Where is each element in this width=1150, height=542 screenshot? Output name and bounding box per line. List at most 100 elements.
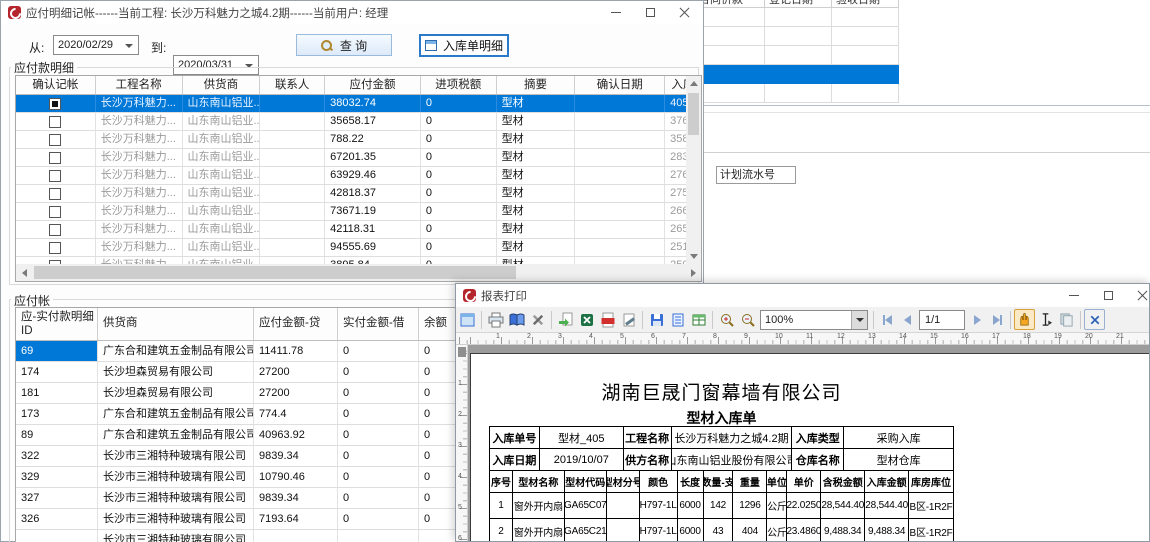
book-icon[interactable]: [506, 309, 527, 330]
table-row[interactable]: 长沙万科魅力... 山东南山铝业... 3895.84 0 型材 250: [16, 257, 701, 264]
document-icon[interactable]: [667, 309, 688, 330]
summary-cell: 型材: [497, 257, 576, 264]
table-row[interactable]: 长沙万科魅力... 山东南山铝业... 788.22 0 型材 358: [16, 131, 701, 149]
confirm-checkbox[interactable]: [49, 242, 61, 254]
page-indicator[interactable]: 1/1: [919, 310, 965, 330]
query-button-label: 查 询: [340, 37, 367, 54]
last-page-button[interactable]: [987, 310, 1007, 330]
column-header[interactable]: 供货商: [183, 76, 261, 94]
table-row-selected[interactable]: [695, 65, 899, 84]
ruler-number: 1: [458, 380, 462, 387]
supplier-cell: 长沙坦森贸易有限公司: [98, 362, 254, 382]
table-row[interactable]: 长沙万科魅力... 山东南山铝业... 67201.35 0 型材 283: [16, 149, 701, 167]
table-row[interactable]: [695, 84, 899, 103]
table-row[interactable]: 长沙万科魅力... 山东南山铝业... 94555.69 0 型材 251: [16, 239, 701, 257]
id-cell: 174: [16, 362, 98, 382]
report-detail-header: 序号 型材名称 型材代码 型材分号 颜色 长度 数量-支 重量 单位 单价 含税…: [490, 471, 954, 493]
column-header[interactable]: 确认记帐: [16, 76, 96, 94]
pdf-export-icon[interactable]: [597, 309, 618, 330]
zoom-in-icon[interactable]: [716, 309, 737, 330]
column-header: 长度: [678, 471, 704, 493]
settings-tools-icon[interactable]: [527, 309, 548, 330]
minimize-button[interactable]: [599, 1, 633, 24]
cell: B区-1R2F: [909, 493, 954, 519]
first-page-button[interactable]: [877, 310, 897, 330]
page-value: 1/1: [925, 314, 940, 326]
plan-serial-field[interactable]: 计划流水号: [716, 166, 796, 184]
edit-page-icon[interactable]: [618, 309, 639, 330]
export-icon[interactable]: [555, 309, 576, 330]
column-header[interactable]: 确认日期: [575, 76, 665, 94]
vertical-scroll-thumb[interactable]: [688, 93, 699, 135]
column-header[interactable]: 应-实付款明细ID: [16, 308, 98, 340]
tax-cell: 0: [421, 185, 497, 202]
save-icon[interactable]: [646, 309, 667, 330]
prev-page-button[interactable]: [897, 310, 917, 330]
table-row[interactable]: 长沙万科魅力... 山东南山铝业... 42818.37 0 型材 275: [16, 185, 701, 203]
table-row[interactable]: 长沙万科魅力... 山东南山铝业... 35658.17 0 型材 376: [16, 113, 701, 131]
excel-export-icon[interactable]: [576, 309, 597, 330]
paid-amount-cell: 0: [338, 341, 419, 361]
table-row[interactable]: 长沙万科魅力... 山东南山铝业... 38032.74 0 型材 405: [16, 95, 701, 113]
from-date-combo[interactable]: 2020/02/29: [53, 35, 139, 55]
confirm-checkbox[interactable]: [49, 134, 61, 146]
supplier-cell: 山东南山铝业...: [183, 167, 261, 184]
confirm-cell: [16, 257, 96, 264]
table-row[interactable]: [695, 46, 899, 65]
confirm-checkbox[interactable]: [49, 224, 61, 236]
preview-area[interactable]: 湖南巨晟门窗幕墙有限公司 型材入库单 入库单号 型材_405 工程名称 长沙万科…: [468, 345, 1149, 541]
column-header[interactable]: 应付金额: [325, 76, 421, 94]
confirm-checkbox[interactable]: [49, 170, 61, 182]
column-header[interactable]: 进项税额: [421, 76, 497, 94]
column-header[interactable]: 供货商: [98, 308, 254, 340]
table-row[interactable]: 长沙万科魅力... 山东南山铝业... 73671.19 0 型材 266: [16, 203, 701, 221]
maximize-button[interactable]: [1091, 284, 1125, 307]
table-row[interactable]: [695, 27, 899, 46]
zoom-select[interactable]: 100%: [760, 310, 868, 330]
column-header: 单价: [787, 471, 821, 493]
amount-cell: 788.22: [325, 131, 421, 148]
column-header[interactable]: 实付金额-借: [338, 308, 419, 340]
table-row[interactable]: 长沙万科魅力... 山东南山铝业... 42118.31 0 型材 265: [16, 221, 701, 239]
confirm-checkbox[interactable]: [49, 206, 61, 218]
close-button[interactable]: [1125, 284, 1150, 307]
last-page-icon: [1000, 315, 1002, 325]
confirm-checkbox[interactable]: [49, 98, 61, 110]
scroll-right-button[interactable]: [685, 264, 701, 281]
query-button[interactable]: 查 询: [296, 34, 392, 56]
column-header[interactable]: 应付金额-贷: [254, 308, 338, 340]
horizontal-scroll-thumb[interactable]: [34, 266, 516, 279]
supplier-cell: 山东南山铝业...: [183, 239, 261, 256]
text-select-tool-button[interactable]: [1035, 309, 1056, 330]
scroll-up-button[interactable]: [686, 76, 701, 91]
inbound-detail-button[interactable]: 入库单明细: [419, 34, 509, 57]
confirm-checkbox[interactable]: [49, 152, 61, 164]
table-row[interactable]: [695, 8, 899, 27]
column-header[interactable]: 摘要: [497, 76, 576, 94]
payable-detail-group-label: 应付款明细: [11, 59, 77, 76]
table-row[interactable]: 长沙万科魅力... 山东南山铝业... 63929.46 0 型材 276: [16, 167, 701, 185]
confirm-checkbox[interactable]: [49, 116, 61, 128]
zoom-out-icon[interactable]: [737, 309, 758, 330]
column-header: 重量: [733, 471, 767, 493]
contact-cell: [260, 221, 325, 238]
table-export-icon[interactable]: [688, 309, 709, 330]
print-icon[interactable]: [485, 309, 506, 330]
scroll-left-button[interactable]: [16, 264, 32, 281]
next-page-button[interactable]: [967, 310, 987, 330]
column-header[interactable]: 工程名称: [96, 76, 183, 94]
minimize-button[interactable]: [1057, 284, 1091, 307]
close-button[interactable]: [667, 1, 701, 24]
amount-cell: 38032.74: [325, 95, 421, 112]
maximize-button[interactable]: [633, 1, 667, 24]
confirm-checkbox[interactable]: [49, 188, 61, 200]
confirm-cell: [16, 239, 96, 256]
close-preview-button[interactable]: [1084, 309, 1105, 330]
column-header[interactable]: 联系人: [260, 76, 325, 94]
preview-panel-icon[interactable]: [457, 309, 478, 330]
hand-tool-button[interactable]: [1014, 309, 1035, 330]
copy-icon[interactable]: [1056, 309, 1077, 330]
scroll-down-button[interactable]: [686, 249, 701, 264]
vertical-ruler: 123456: [456, 345, 468, 541]
cell: [607, 493, 640, 519]
